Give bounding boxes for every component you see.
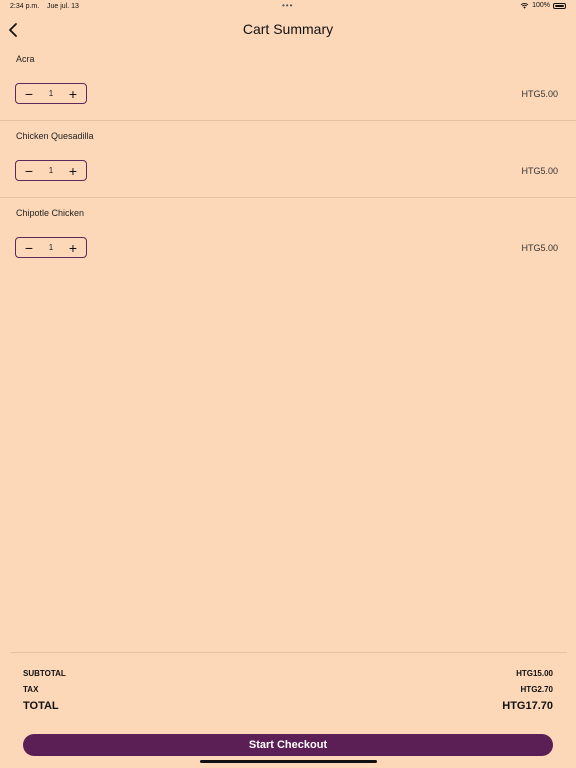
tax-row: TAX HTG2.70 <box>23 685 553 694</box>
item-price: HTG5.00 <box>521 166 558 176</box>
subtotal-label: SUBTOTAL <box>23 669 66 678</box>
page-title: Cart Summary <box>242 21 334 37</box>
subtotal-row: SUBTOTAL HTG15.00 <box>23 669 553 678</box>
quantity-value: 1 <box>48 243 54 252</box>
quantity-stepper: − 1 + <box>15 237 87 258</box>
subtotal-value: HTG15.00 <box>516 669 553 678</box>
order-summary: SUBTOTAL HTG15.00 TAX HTG2.70 TOTAL HTG1… <box>10 652 567 712</box>
tax-value: HTG2.70 <box>520 685 553 694</box>
quantity-value: 1 <box>48 89 54 98</box>
total-label: TOTAL <box>23 700 59 712</box>
wifi-icon <box>520 3 529 9</box>
total-value: HTG17.70 <box>502 700 553 712</box>
battery-icon <box>553 2 566 9</box>
quantity-stepper: − 1 + <box>15 83 87 104</box>
cart-item: Chipotle Chicken − 1 + HTG5.00 <box>0 198 576 275</box>
cart-item: Chicken Quesadilla − 1 + HTG5.00 <box>0 121 576 198</box>
battery-percent: 100% <box>532 2 550 9</box>
status-right: 100% <box>520 2 566 9</box>
multitasking-dots-icon[interactable]: ••• <box>282 1 293 10</box>
item-price: HTG5.00 <box>521 89 558 99</box>
status-bar: 2:34 p.m. Jue jul. 13 ••• 100% <box>0 0 576 14</box>
increase-quantity-button[interactable]: + <box>66 87 80 101</box>
home-indicator[interactable] <box>200 760 377 763</box>
start-checkout-button[interactable]: Start Checkout <box>23 734 553 756</box>
cart-item: Acra − 1 + HTG5.00 <box>0 44 576 121</box>
quantity-value: 1 <box>48 166 54 175</box>
item-price: HTG5.00 <box>521 243 558 253</box>
item-name: Chicken Quesadilla <box>16 131 94 141</box>
quantity-stepper: − 1 + <box>15 160 87 181</box>
item-name: Acra <box>16 54 35 64</box>
header: Cart Summary <box>0 16 576 44</box>
status-time: 2:34 p.m. <box>10 3 40 10</box>
tax-label: TAX <box>23 685 39 694</box>
status-date: Jue jul. 13 <box>47 3 79 10</box>
decrease-quantity-button[interactable]: − <box>22 164 36 178</box>
decrease-quantity-button[interactable]: − <box>22 241 36 255</box>
cart-item-list: Acra − 1 + HTG5.00 Chicken Quesadilla − … <box>0 44 576 275</box>
item-name: Chipotle Chicken <box>16 208 85 218</box>
increase-quantity-button[interactable]: + <box>66 164 80 178</box>
total-row: TOTAL HTG17.70 <box>23 700 553 712</box>
increase-quantity-button[interactable]: + <box>66 241 80 255</box>
decrease-quantity-button[interactable]: − <box>22 87 36 101</box>
